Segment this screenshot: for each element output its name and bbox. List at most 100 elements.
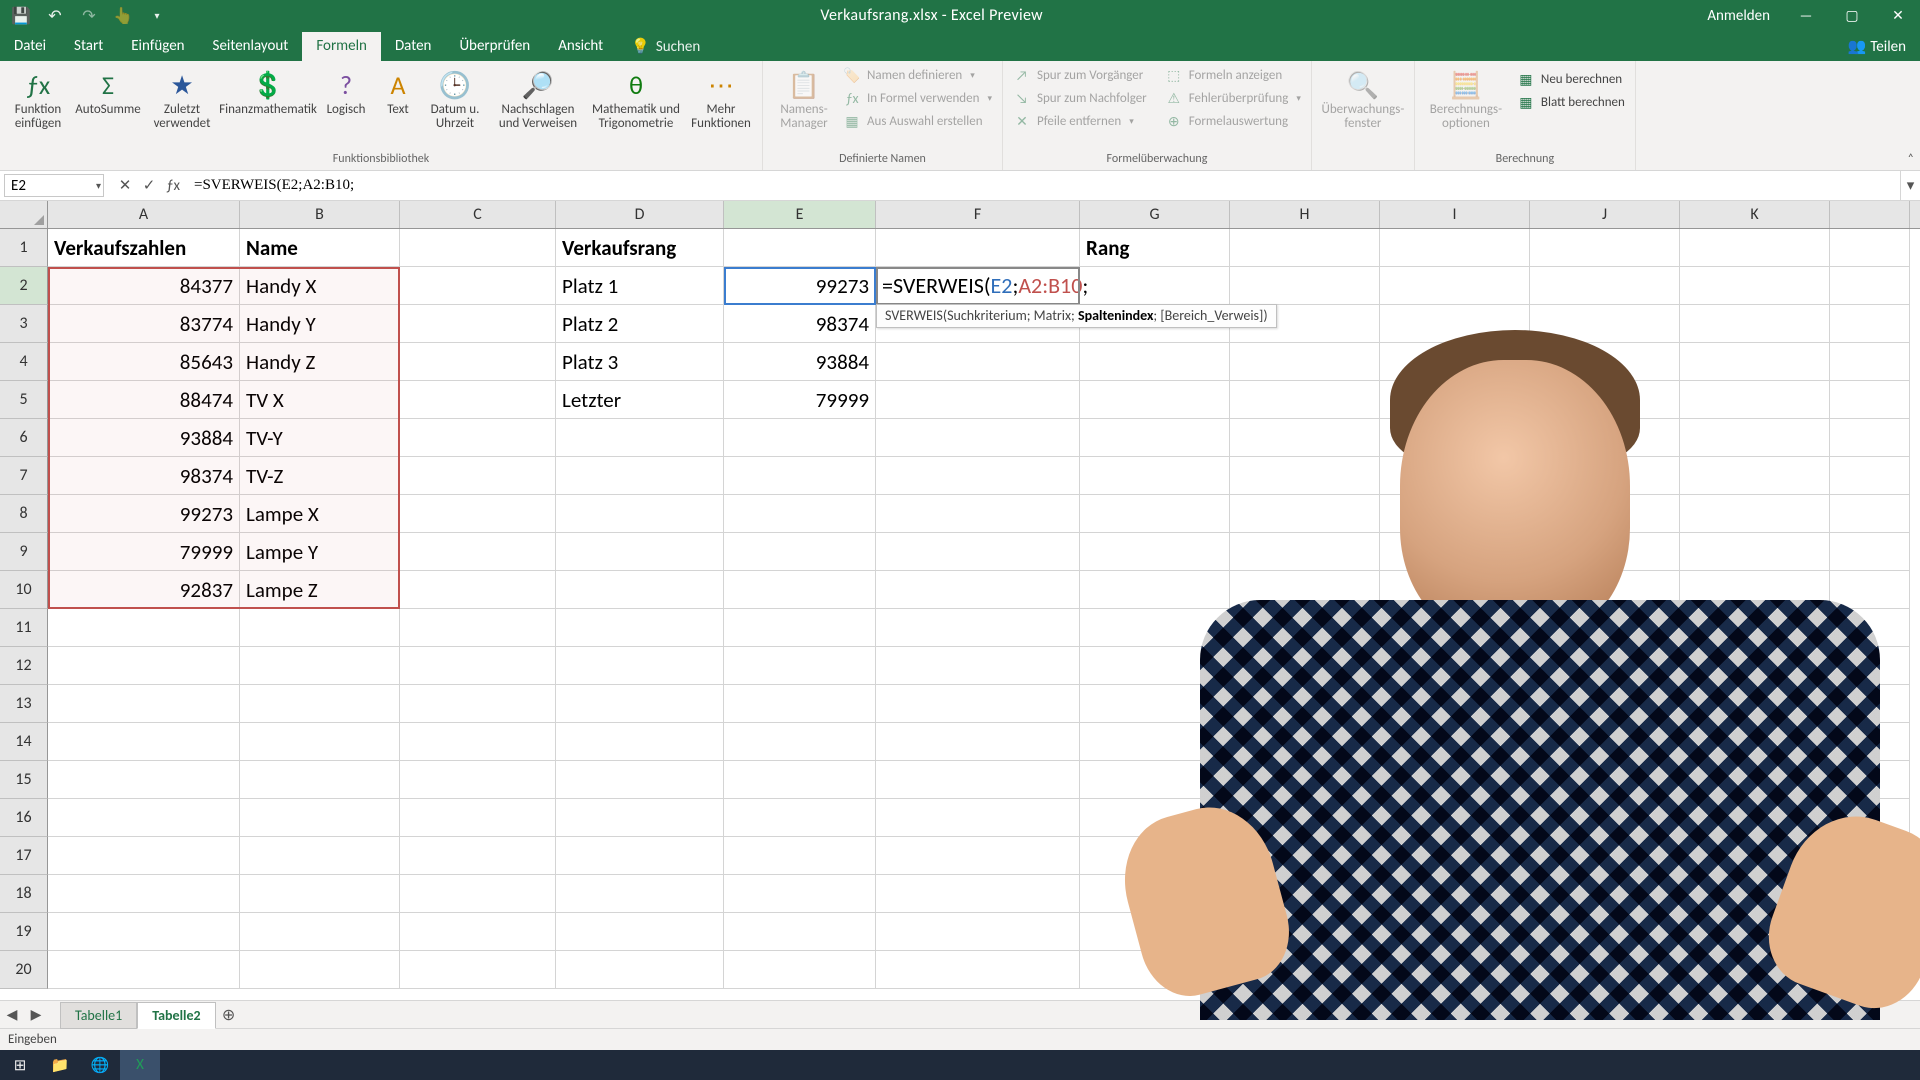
row-header[interactable]: 10 xyxy=(0,571,48,609)
cell-J2[interactable] xyxy=(1530,267,1680,305)
calculate-sheet-button[interactable]: ▦Blatt berechnen xyxy=(1513,92,1629,114)
cell[interactable] xyxy=(400,875,556,913)
sheet-nav-prev[interactable]: ◀ xyxy=(0,1006,24,1023)
cell-A9[interactable]: 79999 xyxy=(48,533,240,571)
cell-B5[interactable]: TV X xyxy=(240,381,400,419)
cell[interactable] xyxy=(1380,799,1530,837)
cell-B8[interactable]: Lampe X xyxy=(240,495,400,533)
cell[interactable] xyxy=(1680,647,1830,685)
cell[interactable] xyxy=(400,951,556,989)
name-box[interactable]: E2 ▾ xyxy=(4,174,104,197)
row-header[interactable]: 12 xyxy=(0,647,48,685)
cell[interactable] xyxy=(1680,723,1830,761)
cell-E5[interactable]: 79999 xyxy=(724,381,876,419)
row-header[interactable]: 13 xyxy=(0,685,48,723)
formula-input[interactable] xyxy=(190,171,1900,200)
date-time-button[interactable]: 🕒Datum u. Uhrzeit xyxy=(422,65,488,132)
cell[interactable] xyxy=(724,457,876,495)
cell[interactable] xyxy=(1080,343,1230,381)
cell[interactable] xyxy=(1230,343,1380,381)
cell-B1[interactable]: Name xyxy=(240,229,400,267)
cell[interactable] xyxy=(1830,305,1910,343)
maximize-button[interactable]: ▢ xyxy=(1830,0,1874,31)
row-header[interactable]: 1 xyxy=(0,229,48,267)
tab-einfuegen[interactable]: Einfügen xyxy=(117,32,198,61)
cell[interactable] xyxy=(1530,305,1680,343)
row-header[interactable]: 17 xyxy=(0,837,48,875)
cell[interactable] xyxy=(1080,419,1230,457)
cell[interactable] xyxy=(1680,343,1830,381)
cell[interactable] xyxy=(1380,761,1530,799)
cell[interactable] xyxy=(1680,609,1830,647)
cell[interactable] xyxy=(48,685,240,723)
cell[interactable] xyxy=(556,723,724,761)
cell[interactable] xyxy=(1680,419,1830,457)
cell[interactable] xyxy=(1230,837,1380,875)
cell[interactable] xyxy=(1680,799,1830,837)
cell[interactable] xyxy=(1530,457,1680,495)
cell[interactable] xyxy=(556,913,724,951)
cell[interactable] xyxy=(1080,951,1230,989)
col-header-rest[interactable] xyxy=(1830,201,1910,228)
cell[interactable] xyxy=(1830,723,1910,761)
cell[interactable] xyxy=(876,723,1080,761)
cell[interactable] xyxy=(1380,913,1530,951)
tab-datei[interactable]: Datei xyxy=(0,32,60,61)
expand-formula-bar-icon[interactable]: ▾ xyxy=(1900,171,1920,200)
cell-E2[interactable]: 99273 xyxy=(724,267,876,305)
cell[interactable] xyxy=(1830,381,1910,419)
cell[interactable] xyxy=(556,533,724,571)
cell-B6[interactable]: TV-Y xyxy=(240,419,400,457)
row-header[interactable]: 14 xyxy=(0,723,48,761)
cell[interactable] xyxy=(556,837,724,875)
cell[interactable] xyxy=(1830,533,1910,571)
cell[interactable] xyxy=(1080,685,1230,723)
cell[interactable] xyxy=(724,761,876,799)
cell[interactable] xyxy=(876,913,1080,951)
cell-B2[interactable]: Handy X xyxy=(240,267,400,305)
cell[interactable] xyxy=(724,647,876,685)
cell[interactable] xyxy=(724,609,876,647)
cell[interactable] xyxy=(400,799,556,837)
cell-B7[interactable]: TV-Z xyxy=(240,457,400,495)
cell-I1[interactable] xyxy=(1380,229,1530,267)
cell[interactable] xyxy=(1830,457,1910,495)
row-header[interactable]: 20 xyxy=(0,951,48,989)
cell[interactable] xyxy=(1230,609,1380,647)
row-header[interactable]: 2 xyxy=(0,267,48,305)
cell[interactable] xyxy=(400,609,556,647)
cell[interactable] xyxy=(876,571,1080,609)
cell-A5[interactable]: 88474 xyxy=(48,381,240,419)
minimize-button[interactable]: — xyxy=(1784,0,1828,31)
fx-icon[interactable]: ƒx xyxy=(162,177,184,195)
logical-button[interactable]: ?Logisch xyxy=(318,65,374,131)
cell[interactable] xyxy=(556,685,724,723)
cell[interactable] xyxy=(1380,533,1530,571)
cell-K2[interactable] xyxy=(1680,267,1830,305)
add-sheet-button[interactable]: ⊕ xyxy=(216,1005,242,1025)
cell[interactable] xyxy=(1530,875,1680,913)
col-header-B[interactable]: B xyxy=(240,201,400,228)
signin-link[interactable]: Anmelden xyxy=(1693,7,1784,25)
cell[interactable] xyxy=(1830,609,1910,647)
cell-rest[interactable] xyxy=(1830,267,1910,305)
cell[interactable] xyxy=(724,913,876,951)
row-header[interactable]: 7 xyxy=(0,457,48,495)
cell[interactable] xyxy=(1380,837,1530,875)
cell[interactable] xyxy=(724,799,876,837)
cell[interactable] xyxy=(1080,495,1230,533)
row-header[interactable]: 15 xyxy=(0,761,48,799)
cell[interactable] xyxy=(1680,685,1830,723)
cell[interactable] xyxy=(1680,495,1830,533)
sheet-tab-tabelle1[interactable]: Tabelle1 xyxy=(60,1002,137,1029)
cell[interactable] xyxy=(724,875,876,913)
cell[interactable] xyxy=(1530,951,1680,989)
cell[interactable] xyxy=(400,685,556,723)
tab-seitenlayout[interactable]: Seitenlayout xyxy=(199,32,303,61)
cell[interactable] xyxy=(400,343,556,381)
cell[interactable] xyxy=(400,571,556,609)
cell[interactable] xyxy=(876,533,1080,571)
cell[interactable] xyxy=(1230,685,1380,723)
row-header[interactable]: 18 xyxy=(0,875,48,913)
excel-taskbar-icon[interactable]: X xyxy=(120,1050,160,1080)
